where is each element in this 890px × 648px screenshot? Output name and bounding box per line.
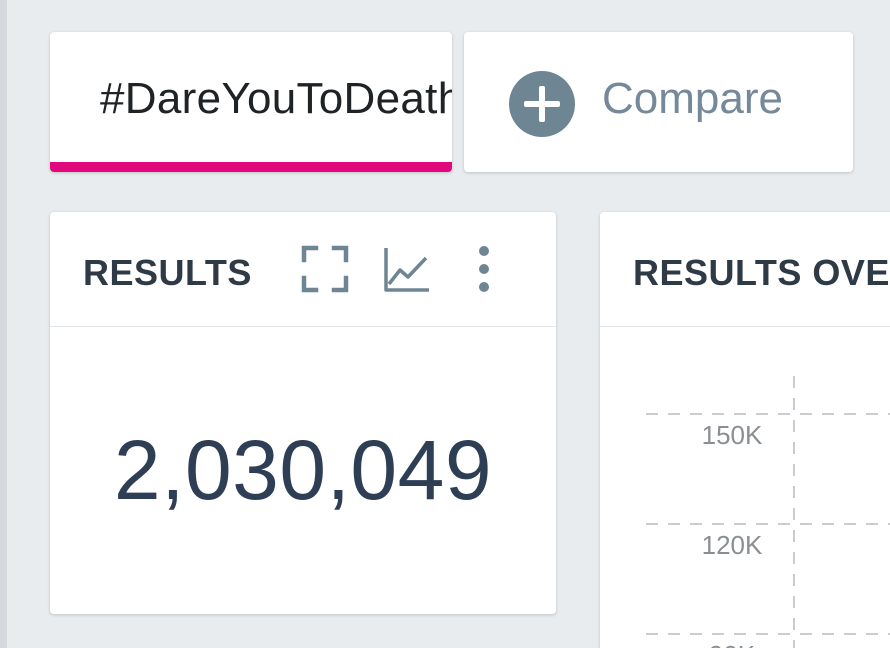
results-over-time-title: RESULTS OVER TIME xyxy=(633,252,890,293)
dashboard-page: #DareYouToDeath Compare RESULTS 2,030,04… xyxy=(0,0,890,648)
results-over-time-card: RESULTS OVER TIME 150K 120K 90K xyxy=(600,212,890,648)
chart-toggle-button[interactable] xyxy=(380,242,434,296)
fullscreen-button[interactable] xyxy=(298,242,352,296)
more-vertical-icon xyxy=(479,246,489,292)
line-chart-icon xyxy=(384,248,429,292)
query-tab-label: #DareYouToDeath xyxy=(100,74,452,123)
fullscreen-icon xyxy=(301,245,349,293)
results-card: RESULTS 2,030,049 xyxy=(50,212,556,614)
results-card-header: RESULTS xyxy=(50,212,556,327)
left-rail xyxy=(0,0,7,648)
results-over-time-header: RESULTS OVER TIME xyxy=(600,212,890,327)
add-circle-icon xyxy=(509,71,575,137)
more-options-button[interactable] xyxy=(457,242,511,296)
y-tick-label: 120K xyxy=(702,530,763,560)
chart-svg: 150K 120K 90K xyxy=(646,376,890,648)
results-title: RESULTS xyxy=(83,252,252,293)
active-tab-indicator xyxy=(50,162,452,172)
compare-button[interactable]: Compare xyxy=(464,32,853,172)
query-tab[interactable]: #DareYouToDeath xyxy=(50,32,452,172)
results-over-time-chart: 150K 120K 90K xyxy=(600,328,890,648)
results-total-value: 2,030,049 xyxy=(113,423,493,517)
y-tick-label: 150K xyxy=(702,420,763,450)
compare-label: Compare xyxy=(602,74,783,123)
y-tick-label: 90K xyxy=(709,640,756,648)
